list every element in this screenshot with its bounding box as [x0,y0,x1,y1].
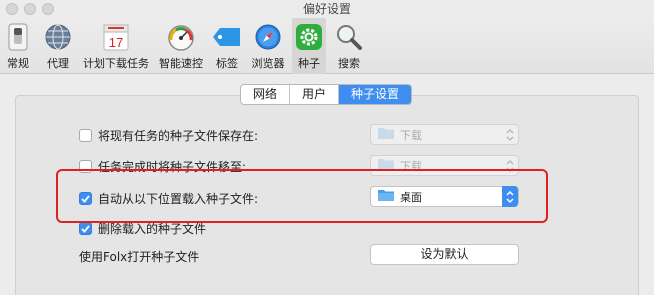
tab-torrent-settings[interactable]: 种子设置 [339,85,412,104]
toolbar-item-browser[interactable]: 浏览器 [247,18,289,74]
toolbar-item-general[interactable]: 常规 [2,18,34,74]
settings-tab-control: 网络 用户 种子设置 [240,84,413,105]
save-torrent-folder-value: 下载 [400,128,422,142]
zoom-window-button[interactable] [42,3,54,15]
general-switch-icon [3,22,33,52]
tab-user[interactable]: 用户 [290,85,340,104]
calendar-day-label: 17 [109,35,123,50]
toolbar-item-smart-speed[interactable]: 智能速控 [156,18,206,74]
save-torrent-checkbox[interactable] [79,129,92,142]
toolbar-item-scheduled-downloads[interactable]: 17 计划下载任务 [80,18,152,74]
open-with-folx-label: 使用Folx打开种子文件 [79,250,200,264]
checkmark-icon [81,224,90,233]
tag-icon [212,22,242,52]
calendar-icon: 17 [101,22,131,52]
folder-icon [378,127,394,142]
tab-network[interactable]: 网络 [241,85,291,104]
set-default-button[interactable]: 设为默认 [370,244,519,265]
chevron-up-down-icon [502,124,518,145]
highlight-annotation-box [56,169,548,223]
gear-icon [294,22,324,52]
window-title: 偏好设置 [302,2,351,16]
minimize-window-button[interactable] [24,3,36,15]
close-window-button[interactable] [6,3,18,15]
preferences-toolbar: 常规 代理 17 计划下载任务 智能速控 标签 浏览器 种子 搜索 [0,18,654,74]
save-torrent-folder-popup[interactable]: 下载 [370,124,519,145]
toolbar-item-search[interactable]: 搜索 [332,18,366,74]
open-with-folx-row: 使用Folx打开种子文件 [79,248,199,265]
save-torrent-label: 将现有任务的种子文件保存在: [98,129,259,143]
toolbar-item-torrent[interactable]: 种子 [292,18,326,74]
delete-loaded-checkbox[interactable] [79,222,92,235]
speedometer-icon [166,22,196,52]
toolbar-item-proxy[interactable]: 代理 [42,18,74,74]
save-torrent-row: 将现有任务的种子文件保存在: [79,127,258,144]
title-bar: 偏好设置 [0,0,654,18]
compass-icon [253,22,283,52]
magnifier-icon [334,22,364,52]
globe-icon [43,22,73,52]
toolbar-item-tags[interactable]: 标签 [212,18,242,74]
